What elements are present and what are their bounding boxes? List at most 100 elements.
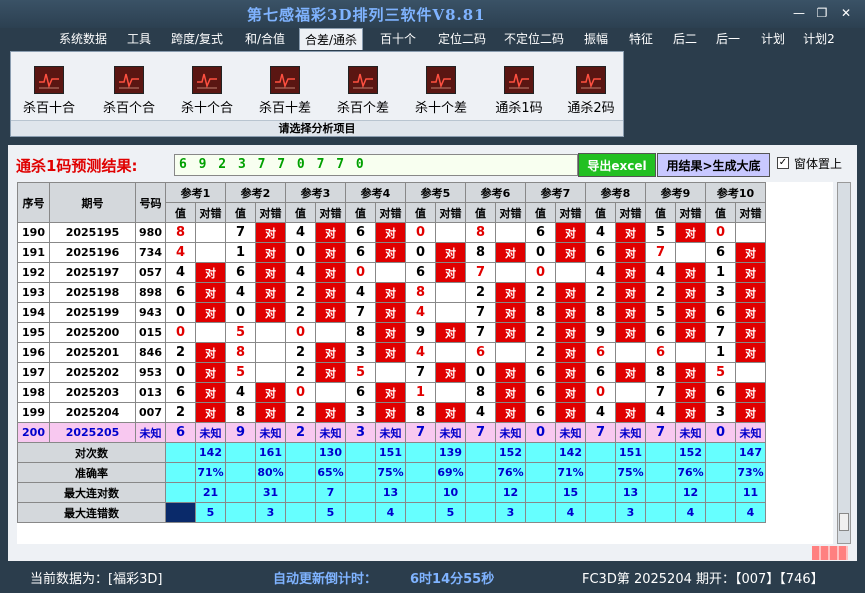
- header-hit: 对错: [195, 202, 226, 223]
- cell-seq: 190: [17, 222, 50, 243]
- menu-item[interactable]: 计划: [756, 28, 790, 50]
- cell-hit: 对: [315, 282, 346, 303]
- table-row[interactable]: 197 2025202 953 0 对 5 2 对 5 7 对 0 对 6 对 6 对 8 对 5: [17, 362, 766, 383]
- stats-cell: [585, 462, 616, 483]
- export-excel-button[interactable]: 导出excel: [578, 153, 656, 177]
- cell-hit: 对: [195, 362, 226, 383]
- cell-value: 7: [645, 382, 676, 403]
- restore-button[interactable]: ❐: [812, 6, 832, 20]
- cell-hit: 对: [315, 222, 346, 243]
- scrollbar-thumb[interactable]: [839, 513, 849, 531]
- menu-item[interactable]: 后二: [669, 28, 701, 50]
- ribbon-button[interactable]: 杀百十合: [17, 66, 81, 118]
- cell-value: 4: [405, 342, 436, 363]
- prediction-result-field[interactable]: 6 9 2 3 7 7 0 7 7 0: [174, 154, 578, 176]
- stats-value: 142: [195, 442, 226, 463]
- ribbon-button-label: 杀百十差: [258, 101, 311, 116]
- cell-value: 2: [525, 342, 556, 363]
- cell-value: 3: [345, 342, 376, 363]
- cell-hit: [435, 222, 466, 243]
- cell-value: 1: [225, 242, 256, 263]
- ribbon-button[interactable]: 杀百个合: [97, 66, 161, 118]
- vertical-scrollbar[interactable]: [837, 182, 851, 544]
- stats-cell: [645, 502, 676, 523]
- cell-hit: 对: [615, 402, 646, 423]
- table-row[interactable]: 198 2025203 013 6 对 4 对 0 6 对 1 8 对 6 对 0 7 对 6 对: [17, 382, 766, 403]
- cell-hit: [735, 362, 766, 383]
- table-row[interactable]: 199 2025204 007 2 对 8 对 2 对 3 对 8 对 4 对 6 对 4 对 4 对 3 对: [17, 402, 766, 423]
- ribbon-button-label: 杀十个合: [180, 101, 233, 116]
- cell-period: 2025203: [49, 382, 136, 403]
- menu-item[interactable]: 工具: [123, 28, 155, 50]
- cell-value: 2: [525, 322, 556, 343]
- countdown-label: 自动更新倒计时：: [273, 572, 378, 587]
- ribbon-button-label: 通杀1码: [495, 101, 543, 116]
- menu-item[interactable]: 振幅: [580, 28, 612, 50]
- minimize-button[interactable]: —: [789, 6, 809, 20]
- cell-seq: 200: [17, 422, 50, 443]
- ribbon-button[interactable]: 杀十个差: [409, 66, 473, 118]
- menu-item[interactable]: 系统数据: [55, 28, 111, 50]
- cell-value: 2: [465, 282, 496, 303]
- ribbon-button[interactable]: 通杀2码: [559, 66, 623, 118]
- cell-hit: [375, 262, 406, 283]
- cell-hit: 对: [615, 242, 646, 263]
- cell-hit: [315, 382, 346, 403]
- cell-code: 734: [135, 242, 166, 263]
- table-row[interactable]: 191 2025196 734 4 1 对 0 对 6 对 0 对 8 对 0 对 6 对 7 6 对: [17, 242, 766, 263]
- cell-hit: [615, 342, 646, 363]
- ribbon-button[interactable]: 通杀1码: [487, 66, 551, 118]
- ribbon-button[interactable]: 杀百个差: [331, 66, 395, 118]
- table-row[interactable]: 193 2025198 898 6 对 4 对 2 对 4 对 8 2 对 2 对 2 对 2 对 3 对: [17, 282, 766, 303]
- stats-value: 130: [315, 442, 346, 463]
- cell-hit: 对: [255, 262, 286, 283]
- menu-item[interactable]: 跨度/复式: [166, 28, 228, 50]
- cell-hit: 对: [495, 382, 526, 403]
- topmost-checkbox[interactable]: ✓: [777, 157, 789, 169]
- cell-hit: [495, 262, 526, 283]
- generate-base-button[interactable]: 用结果>生成大底: [657, 153, 770, 177]
- ribbon-panel: 杀百十合 杀百个合 杀十个合 杀百十差 杀百个差 杀十个差 通杀1码 通杀2码 请选择分析项目: [10, 51, 624, 137]
- table-row[interactable]: 195 2025200 015 0 5 0 8 对 9 对 7 对 2 对 9 对 6 对 7 对: [17, 322, 766, 343]
- table-row[interactable]: 196 2025201 846 2 对 8 2 对 3 对 4 6 2 对 6 6 1 对: [17, 342, 766, 363]
- table-row[interactable]: 194 2025199 943 0 对 0 对 2 对 7 对 4 7 对 8 对 8 对 5 对 6 对: [17, 302, 766, 323]
- table-row[interactable]: 190 2025195 980 8 7 对 4 对 6 对 0 8 6 对 4 对 5 对 0: [17, 222, 766, 243]
- stats-cell: [585, 482, 616, 503]
- menu-bar: 系统数据 工具 跨度/复式 和/合值 合差/通杀 百十个 定位二码 不定位二码 振幅 特征 后二 后一…: [0, 28, 865, 50]
- cell-value: 7: [705, 322, 736, 343]
- close-button[interactable]: ✕: [836, 6, 856, 20]
- table-row[interactable]: 192 2025197 057 4 对 6 对 4 对 0 6 对 7 0 4 对 4 对 1 对: [17, 262, 766, 283]
- menu-item[interactable]: 合差/通杀: [299, 28, 363, 50]
- cell-hit: [435, 282, 466, 303]
- menu-item[interactable]: 不定位二码: [498, 28, 570, 50]
- chart-icon: [348, 66, 378, 94]
- ribbon-button-label: 杀十个差: [414, 101, 467, 116]
- cell-hit: 对: [555, 342, 586, 363]
- cell-value: 3: [705, 282, 736, 303]
- cell-hit: 对: [375, 242, 406, 263]
- header-hit: 对错: [675, 202, 706, 223]
- menu-item[interactable]: 后一: [712, 28, 744, 50]
- cell-code: 013: [135, 382, 166, 403]
- cell-value: 2: [285, 282, 316, 303]
- stats-cell: [345, 482, 376, 503]
- chart-icon: [270, 66, 300, 94]
- ribbon-button[interactable]: 杀百十差: [253, 66, 317, 118]
- menu-item[interactable]: 百十个: [376, 28, 420, 50]
- cell-value: 2: [525, 282, 556, 303]
- table-row[interactable]: 200 2025205 未知 6 未知 9 未知 2 未知 3 未知 7 未知 7 未知 0 未知 7 未知 7 未知 0…: [17, 422, 766, 443]
- cell-value: 6: [525, 222, 556, 243]
- cell-hit: 对: [735, 282, 766, 303]
- cell-value: 5: [705, 362, 736, 383]
- stats-value: 76%: [495, 462, 526, 483]
- cell-seq: 198: [17, 382, 50, 403]
- cell-period: 2025195: [49, 222, 136, 243]
- menu-item[interactable]: 定位二码: [432, 28, 492, 50]
- stats-cell: [405, 482, 436, 503]
- header-hit: 对错: [315, 202, 346, 223]
- menu-item[interactable]: 计划2: [800, 28, 838, 50]
- ribbon-button[interactable]: 杀十个合: [175, 66, 239, 118]
- menu-item[interactable]: 特征: [624, 28, 658, 50]
- stats-label: 准确率: [17, 462, 166, 483]
- menu-item[interactable]: 和/合值: [240, 28, 290, 50]
